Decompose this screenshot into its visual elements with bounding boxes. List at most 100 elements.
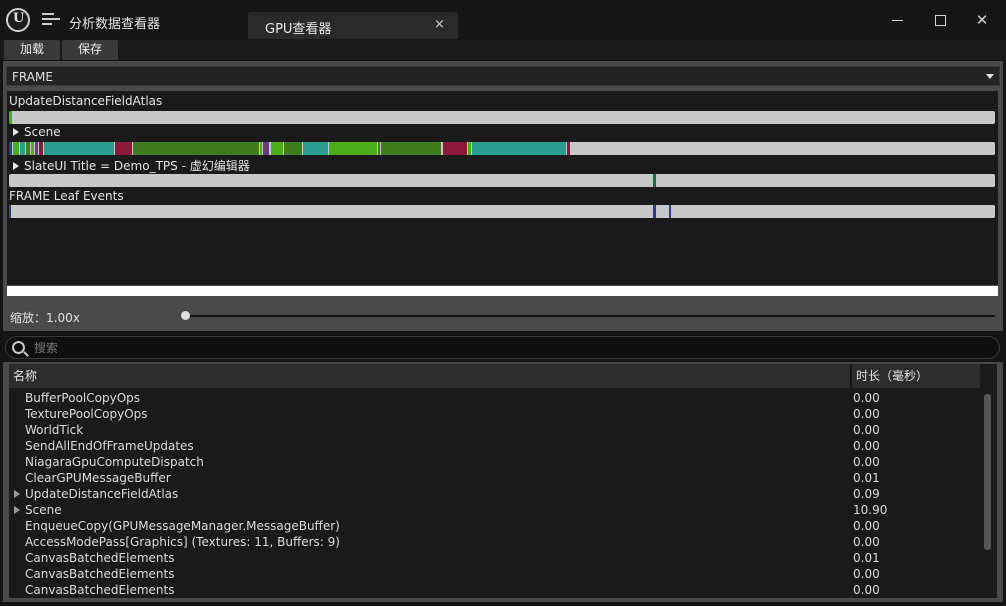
timeline-bar-update-distance-field[interactable]: [9, 111, 995, 124]
table-row[interactable]: UpdateDistanceFieldAtlas 0.09: [9, 486, 984, 502]
timeline-row-label: SlateUI Title = Demo_TPS - 虚幻编辑器: [24, 159, 250, 173]
timeline-segment[interactable]: [669, 205, 671, 218]
zoom-label: 缩放：1.00x: [10, 311, 80, 325]
tab-gpu-viewer[interactable]: GPU查看器 ×: [248, 12, 458, 39]
timeline-segment[interactable]: [35, 142, 38, 155]
zoom-row: 缩放：1.00x: [3, 304, 1003, 328]
timeline-view[interactable]: UpdateDistanceFieldAtlas Scene SlateUI T…: [7, 91, 998, 285]
frame-dropdown-value: FRAME: [12, 70, 53, 84]
timeline-segment[interactable]: [468, 142, 471, 155]
expand-arrow-icon[interactable]: [14, 506, 20, 514]
expand-arrow-icon[interactable]: [14, 490, 20, 498]
timeline-segment[interactable]: [303, 142, 328, 155]
row-name: WorldTick: [25, 423, 84, 437]
minimize-button[interactable]: [884, 8, 912, 32]
zoom-slider-handle[interactable]: [181, 311, 190, 320]
window-title: 分析数据查看器: [69, 17, 161, 32]
timeline-segment[interactable]: [284, 142, 302, 155]
search-input[interactable]: [34, 340, 934, 356]
row-name: BufferPoolCopyOps: [25, 391, 141, 405]
expand-arrow-icon[interactable]: [13, 162, 19, 170]
table-row[interactable]: SendAllEndOfFrameUpdates 0.00: [9, 438, 984, 454]
timeline-horizontal-scrollbar[interactable]: [7, 286, 998, 296]
search-box[interactable]: [5, 336, 1000, 359]
timeline-segment[interactable]: [378, 142, 380, 155]
timeline-segment[interactable]: [31, 142, 34, 155]
timeline-segment[interactable]: [13, 142, 19, 155]
timeline-row-label: Scene: [24, 125, 61, 139]
row-name: UpdateDistanceFieldAtlas: [25, 487, 179, 501]
table-row[interactable]: EnqueueCopy(GPUMessageManager.MessageBuf…: [9, 518, 984, 534]
row-name: AccessModePass[Graphics] (Textures: 11, …: [25, 535, 340, 549]
timeline-segment[interactable]: [9, 142, 12, 155]
events-table: 名称 时长（毫秒） BufferPoolCopyOps 0.00 TexturePo…: [9, 364, 997, 598]
timeline-segment[interactable]: [381, 142, 441, 155]
tab-close-icon[interactable]: ×: [434, 17, 445, 32]
tab-label: GPU查看器: [265, 22, 332, 37]
table-row[interactable]: CanvasBatchedElements 0.00: [9, 582, 984, 598]
timeline-segment[interactable]: [443, 142, 467, 155]
timeline-row-slateui[interactable]: SlateUI Title = Demo_TPS - 虚幻编辑器: [13, 157, 250, 174]
row-name: NiagaraGpuComputeDispatch: [25, 455, 204, 469]
row-duration: 0.00: [853, 423, 880, 437]
table-row[interactable]: Scene 10.90: [9, 502, 984, 518]
maximize-button[interactable]: [926, 8, 954, 32]
row-name: CanvasBatchedElements: [25, 583, 175, 597]
table-row[interactable]: BufferPoolCopyOps 0.00: [9, 390, 984, 406]
row-duration: 0.00: [853, 583, 880, 597]
timeline-segment[interactable]: [653, 174, 656, 187]
row-duration: 10.90: [853, 503, 888, 517]
row-duration: 0.00: [853, 391, 880, 405]
row-name: Scene: [25, 503, 62, 517]
table-row[interactable]: NiagaraGpuComputeDispatch 0.00: [9, 454, 984, 470]
table-vertical-scrollbar[interactable]: [984, 394, 991, 550]
table-row[interactable]: ClearGPUMessageBuffer 0.01: [9, 470, 984, 486]
timeline-segment[interactable]: [271, 142, 283, 155]
chevron-down-icon: [986, 74, 994, 79]
row-name: CanvasBatchedElements: [25, 551, 175, 565]
timeline-row-scene[interactable]: Scene: [13, 125, 61, 139]
timeline-segment[interactable]: [9, 111, 12, 124]
table-row[interactable]: CanvasBatchedElements 0.00: [9, 566, 984, 582]
row-name: SendAllEndOfFrameUpdates: [25, 439, 194, 453]
title-bar: 分析数据查看器 GPU查看器 × ✕: [0, 0, 1006, 40]
row-name: ClearGPUMessageBuffer: [25, 471, 171, 485]
table-row[interactable]: CanvasBatchedElements 0.01: [9, 550, 984, 566]
timeline-bar-slateui[interactable]: [9, 174, 995, 187]
timeline-segment[interactable]: [260, 142, 262, 155]
row-duration: 0.00: [853, 519, 880, 533]
timeline-segment[interactable]: [26, 142, 30, 155]
table-row[interactable]: TexturePoolCopyOps 0.00: [9, 406, 984, 422]
timeline-segment[interactable]: [567, 142, 570, 155]
row-duration: 0.01: [853, 551, 880, 565]
timeline-segment[interactable]: [44, 142, 114, 155]
timeline-segment[interactable]: [263, 142, 269, 155]
timeline-bar-scene[interactable]: [9, 142, 995, 155]
toolbar: 加载 保存: [0, 40, 1006, 60]
load-button[interactable]: 加载: [4, 40, 60, 60]
frame-dropdown[interactable]: FRAME: [6, 66, 1000, 86]
close-window-button[interactable]: ✕: [968, 8, 996, 32]
row-name: CanvasBatchedElements: [25, 567, 175, 581]
row-duration: 0.01: [853, 471, 880, 485]
row-duration: 0.00: [853, 567, 880, 581]
column-header-name[interactable]: 名称: [9, 364, 851, 388]
zoom-slider-track[interactable]: [187, 315, 995, 317]
menu-icon[interactable]: [42, 12, 60, 28]
timeline-segment[interactable]: [472, 142, 566, 155]
timeline-segment[interactable]: [20, 142, 25, 155]
timeline-segment[interactable]: [39, 142, 43, 155]
table-row[interactable]: WorldTick 0.00: [9, 422, 984, 438]
save-button[interactable]: 保存: [62, 40, 118, 60]
row-duration: 0.00: [853, 455, 880, 469]
timeline-segment[interactable]: [133, 142, 259, 155]
timeline-bar-leaf-events[interactable]: [9, 205, 995, 218]
unreal-logo-icon: [6, 8, 30, 32]
timeline-segment[interactable]: [329, 142, 377, 155]
table-row[interactable]: AccessModePass[Graphics] (Textures: 11, …: [9, 534, 984, 550]
timeline-segment[interactable]: [9, 205, 11, 218]
timeline-segment[interactable]: [653, 205, 656, 218]
timeline-segment[interactable]: [115, 142, 132, 155]
column-header-duration[interactable]: 时长（毫秒）: [852, 364, 980, 388]
expand-arrow-icon[interactable]: [13, 128, 19, 136]
